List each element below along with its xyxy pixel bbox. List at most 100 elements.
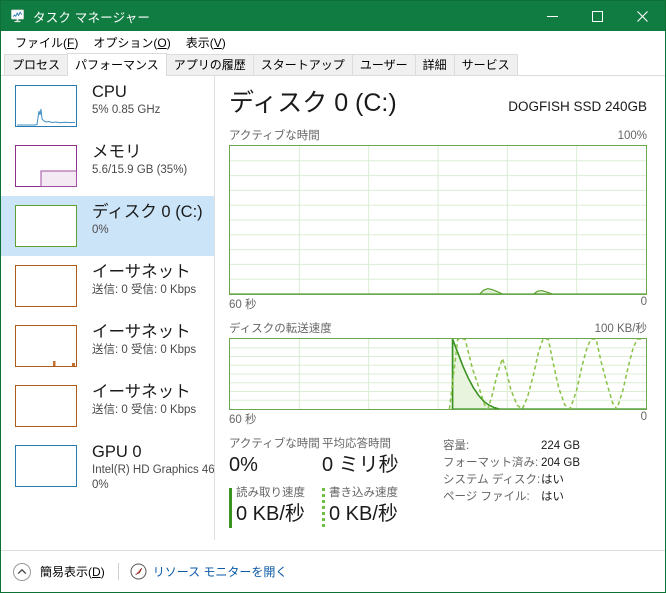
read-speed-stat: 読み取り速度 0 KB/秒 (229, 486, 322, 528)
ethernet3-mini-graph (15, 385, 77, 427)
fewer-details-accel-wrap: (D) (88, 564, 105, 579)
system-disk-key: システム ディスク: (443, 474, 541, 486)
active-time-stat: アクティブな時間 0% 読み取り速度 0 KB/秒 (229, 437, 322, 528)
sidebar-item-memory[interactable]: メモリ 5.6/15.9 GB (35%) (1, 136, 214, 196)
footer-separator (117, 563, 119, 580)
active-time-graph-labels: アクティブな時間 100% (229, 127, 647, 143)
tab-processes[interactable]: プロセス (4, 54, 69, 76)
page-file-value: はい (541, 491, 564, 503)
menu-view-accel: V (213, 36, 222, 50)
active-time-axis: 60 秒 0 (229, 296, 647, 312)
tab-performance[interactable]: パフォーマンス (67, 53, 167, 76)
capacity-value: 224 GB (541, 440, 580, 452)
disk-detail-panel: ディスク 0 (C:) DOGFISH SSD 240GB アクティブな時間 1… (215, 76, 665, 540)
minimize-button[interactable] (530, 1, 575, 31)
menu-options[interactable]: オプション(O) (86, 31, 178, 54)
sidebar-cpu-title: CPU (92, 83, 127, 101)
menu-file-label: ファイル (15, 36, 64, 50)
transfer-graph-labels: ディスクの転送速度 100 KB/秒 (229, 320, 647, 336)
sidebar-ethernet1-title: イーサネット (92, 263, 191, 281)
sidebar-ethernet2-title: イーサネット (92, 323, 191, 341)
sidebar-disk-sub: 0% (92, 224, 109, 236)
device-name: DOGFISH SSD 240GB (508, 99, 647, 114)
write-speed-value: 0 KB/秒 (329, 503, 398, 525)
resource-sidebar: CPU 5% 0.85 GHz メモリ 5.6/15.9 GB (35%) ディ… (1, 76, 215, 540)
ethernet2-mini-graph (15, 325, 77, 367)
menu-view[interactable]: 表示(V) (179, 31, 234, 54)
fewer-details-label: 簡易表示 (40, 565, 89, 579)
avg-response-stat: 平均応答時間 0 ミリ秒 書き込み速度 0 KB/秒 (322, 437, 415, 528)
open-resource-monitor-link[interactable]: リソース モニターを開く (130, 563, 288, 580)
property-row: システム ディスク: はい (443, 472, 580, 489)
page-title: ディスク 0 (C:) (229, 89, 397, 117)
window-title: タスク マネージャー (33, 10, 151, 25)
sidebar-item-ethernet-2[interactable]: イーサネット 送信: 0 受信: 0 Kbps (1, 316, 214, 376)
tab-app-history[interactable]: アプリの履歴 (165, 54, 254, 76)
read-speed-value: 0 KB/秒 (236, 503, 305, 525)
sidebar-gpu-sub2: 0% (92, 479, 109, 491)
active-time-axis-left: 60 秒 (229, 299, 257, 311)
panel-header: ディスク 0 (C:) DOGFISH SSD 240GB (229, 76, 647, 118)
menu-options-label: オプション (93, 36, 154, 50)
fewer-details-accel: D (92, 564, 101, 579)
read-legend-bar (229, 488, 232, 528)
cpu-mini-graph (15, 85, 77, 127)
close-button[interactable] (620, 1, 665, 31)
write-speed-stat: 書き込み速度 0 KB/秒 (322, 486, 415, 528)
sidebar-ethernet1-text: イーサネット 送信: 0 受信: 0 Kbps (92, 262, 196, 298)
tab-details[interactable]: 詳細 (414, 54, 455, 76)
tab-services[interactable]: サービス (453, 54, 518, 76)
sidebar-memory-title: メモリ (92, 143, 142, 161)
sidebar-ethernet3-text: イーサネット 送信: 0 受信: 0 Kbps (92, 382, 196, 418)
sidebar-item-ethernet-1[interactable]: イーサネット 送信: 0 受信: 0 Kbps (1, 256, 214, 316)
sidebar-cpu-sub: 5% 0.85 GHz (92, 104, 161, 116)
active-time-graph-max: 100% (617, 130, 647, 142)
sidebar-ethernet3-sub: 送信: 0 受信: 0 Kbps (92, 404, 197, 416)
sidebar-item-ethernet-3[interactable]: イーサネット 送信: 0 受信: 0 Kbps (1, 376, 214, 436)
menu-file-accel: F (67, 36, 75, 50)
sidebar-memory-sub: 5.6/15.9 GB (35%) (92, 164, 188, 176)
write-speed-label: 書き込み速度 (329, 487, 398, 499)
stats-area: アクティブな時間 0% 読み取り速度 0 KB/秒 平均応答時間 0 ミリ秒 書… (229, 437, 647, 528)
content-area: CPU 5% 0.85 GHz メモリ 5.6/15.9 GB (35%) ディ… (1, 76, 665, 540)
fewer-details-button[interactable]: 簡易表示 (D) (12, 562, 105, 582)
property-row: フォーマット済み: 204 GB (443, 455, 580, 472)
formatted-key: フォーマット済み: (443, 457, 539, 469)
tab-strip: プロセス パフォーマンス アプリの履歴 スタートアップ ユーザー 詳細 サービス (1, 53, 665, 76)
chevron-up-icon (12, 562, 32, 582)
property-row: 容量: 224 GB (443, 438, 580, 455)
ethernet1-mini-graph (15, 265, 77, 307)
sidebar-disk-text: ディスク 0 (C:) 0% (92, 202, 203, 238)
menu-view-label: 表示 (185, 36, 210, 50)
sidebar-ethernet2-text: イーサネット 送信: 0 受信: 0 Kbps (92, 322, 196, 358)
sidebar-ethernet3-title: イーサネット (92, 383, 191, 401)
transfer-axis-right: 0 (640, 411, 647, 423)
menu-file[interactable]: ファイル(F) (8, 31, 86, 54)
gpu-mini-graph (15, 445, 77, 487)
active-time-graph (229, 145, 647, 295)
title-bar: タスク マネージャー (1, 1, 665, 31)
sidebar-item-gpu0[interactable]: GPU 0 Intel(R) HD Graphics 460 0% (1, 436, 214, 496)
sidebar-item-disk0[interactable]: ディスク 0 (C:) 0% (1, 196, 214, 256)
transfer-axis-left: 60 秒 (229, 414, 257, 426)
sidebar-memory-text: メモリ 5.6/15.9 GB (35%) (92, 142, 187, 178)
disk-properties: 容量: 224 GB フォーマット済み: 204 GB システム ディスク: は… (443, 437, 580, 527)
sidebar-gpu-sub: Intel(R) HD Graphics 460 (92, 464, 214, 476)
sidebar-item-cpu[interactable]: CPU 5% 0.85 GHz (1, 76, 214, 136)
active-time-stat-value: 0% (229, 454, 258, 476)
write-legend-bar (322, 488, 325, 528)
tab-users[interactable]: ユーザー (351, 54, 416, 76)
transfer-rate-graph (229, 338, 647, 410)
sidebar-gpu-title: GPU 0 (92, 443, 142, 461)
read-speed-label: 読み取り速度 (236, 487, 305, 499)
memory-mini-graph (15, 145, 77, 187)
system-disk-value: はい (541, 474, 564, 486)
task-manager-window: タスク マネージャー ファイル(F) オプション(O) 表示(V) プロセス パ… (0, 0, 666, 593)
menu-options-accel: O (157, 36, 167, 50)
sidebar-ethernet1-sub: 送信: 0 受信: 0 Kbps (92, 284, 197, 296)
tab-startup[interactable]: スタートアップ (252, 54, 353, 76)
transfer-graph-max: 100 KB/秒 (594, 323, 647, 335)
sidebar-ethernet2-sub: 送信: 0 受信: 0 Kbps (92, 344, 197, 356)
resource-monitor-label: リソース モニターを開く (152, 565, 288, 579)
maximize-button[interactable] (575, 1, 620, 31)
